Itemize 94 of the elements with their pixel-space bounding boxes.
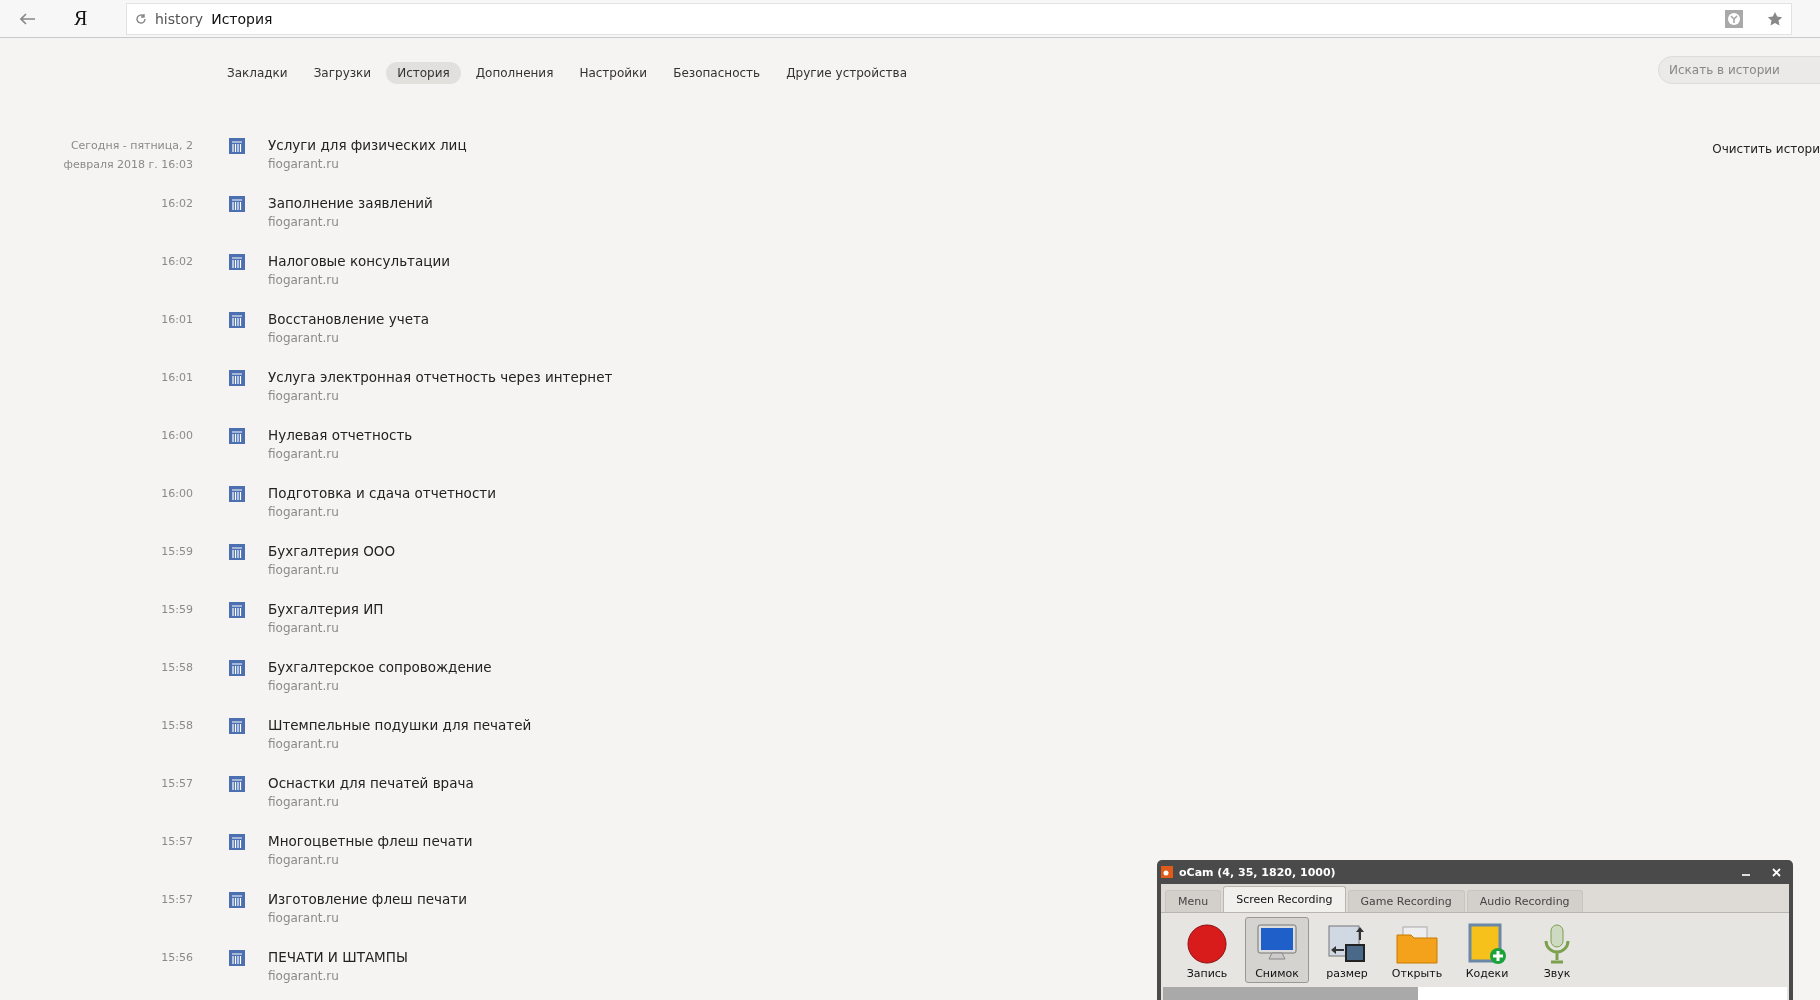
page-domain: fiogarant.ru	[268, 388, 339, 405]
page-title-link[interactable]: Налоговые консультации	[268, 252, 450, 271]
page-title-link[interactable]: Многоцветные флеш печати	[268, 832, 473, 851]
toolbar-button[interactable]: Звук	[1525, 917, 1589, 983]
page-domain: fiogarant.ru	[268, 156, 339, 173]
columns-icon	[229, 138, 245, 154]
visit-time: 15:58	[160, 660, 193, 676]
shield-icon	[1725, 9, 1743, 28]
columns-icon	[229, 776, 245, 792]
page-title-link[interactable]: Услуга электронная отчетность через интернет	[268, 368, 613, 387]
back-arrow-icon	[20, 12, 36, 25]
folder-icon	[1395, 925, 1439, 965]
recorder-tab[interactable]: Game Recording	[1347, 890, 1465, 912]
visit-time: 15:57	[160, 892, 193, 908]
page-title-link[interactable]: Нулевая отчетность	[268, 426, 413, 445]
page-domain: fiogarant.ru	[268, 910, 339, 927]
address-prefix: history	[155, 10, 204, 27]
page-domain: fiogarant.ru	[268, 446, 339, 463]
page-title-link[interactable]: Бухгалтерское сопровождение	[268, 658, 492, 677]
page-title-link[interactable]: Штемпельные подушки для печатей	[268, 716, 532, 735]
close-icon	[1772, 867, 1781, 877]
visit-time: 15:57	[160, 834, 193, 850]
address-title: История	[211, 10, 274, 27]
visit-time: 15:59	[160, 602, 193, 618]
page-domain: fiogarant.ru	[268, 736, 339, 753]
visit-time: 16:01	[160, 312, 193, 328]
columns-icon	[229, 486, 245, 502]
page-domain: fiogarant.ru	[268, 272, 339, 289]
nav-tab[interactable]: Закладки	[216, 62, 299, 84]
columns-icon	[229, 718, 245, 734]
recorder-tab[interactable]: Menu	[1165, 890, 1222, 912]
columns-icon	[229, 660, 245, 676]
columns-icon	[229, 602, 245, 618]
resize-window-icon	[1326, 923, 1368, 965]
page-title-link[interactable]: Подготовка и сдача отчетности	[268, 484, 496, 503]
columns-icon	[229, 950, 245, 966]
visit-time: 15:57	[160, 776, 193, 792]
columns-icon	[229, 428, 245, 444]
visit-time: 16:00	[160, 428, 193, 444]
film-plus-icon	[1467, 923, 1507, 965]
nav-tab[interactable]: Другие устройства	[775, 62, 918, 84]
nav-tab[interactable]: Дополнения	[464, 62, 565, 84]
visit-time: 16:01	[160, 370, 193, 386]
nav-tab[interactable]: Загрузки	[302, 62, 383, 84]
page-title-link[interactable]: ПЕЧАТИ И ШТАМПЫ	[268, 948, 408, 967]
columns-icon	[229, 544, 245, 560]
page-title-link[interactable]: Оснастки для печатей врача	[268, 774, 474, 793]
columns-icon	[229, 196, 245, 212]
page-domain: fiogarant.ru	[268, 794, 339, 811]
page-domain: fiogarant.ru	[268, 562, 339, 579]
app-icon	[1161, 866, 1173, 878]
window-title: oCam (4, 35, 1820, 1000)	[1179, 865, 1337, 879]
recorder-tab[interactable]: Audio Recording	[1466, 890, 1583, 912]
page-title-link[interactable]: Изготовление флеш печати	[268, 890, 467, 909]
star-icon	[1767, 10, 1783, 27]
address-bar[interactable]: history История	[126, 2, 1792, 35]
toolbar-button[interactable]: Открыть	[1385, 917, 1449, 983]
page-domain: fiogarant.ru	[268, 214, 339, 231]
toolbar-button[interactable]: Кодеки	[1455, 917, 1519, 983]
visit-time: 15:58	[160, 718, 193, 734]
page-title-link[interactable]: Заполнение заявлений	[268, 194, 433, 213]
visit-time: 16:02	[160, 196, 193, 212]
page-title-link[interactable]: Восстановление учета	[268, 310, 430, 329]
columns-icon	[229, 892, 245, 908]
visit-time: Сегодня - пятница, 2 февраля 2018 г. 16:03	[62, 138, 193, 173]
toolbar-button[interactable]: Снимок	[1245, 917, 1309, 983]
page-domain: fiogarant.ru	[268, 852, 339, 869]
page-domain: fiogarant.ru	[268, 678, 339, 695]
page-domain: fiogarant.ru	[268, 620, 339, 637]
record-icon	[1186, 923, 1228, 965]
columns-icon	[229, 254, 245, 270]
page-domain: fiogarant.ru	[268, 330, 339, 347]
toolbar-button[interactable]: размер	[1315, 917, 1379, 983]
nav-tab[interactable]: Настройки	[568, 62, 659, 84]
page-title-link[interactable]: Бухгалтерия ООО	[268, 542, 396, 561]
nav-tab[interactable]: История	[386, 62, 461, 84]
visit-time: 15:56	[160, 950, 193, 966]
nav-tab[interactable]: Безопасность	[662, 62, 772, 84]
recorder-tab[interactable]: Screen Recording	[1223, 886, 1346, 912]
toolbar-button[interactable]: Запись	[1175, 917, 1239, 983]
clear-history-link[interactable]: Очистить истори	[1712, 142, 1820, 156]
page-domain: fiogarant.ru	[268, 968, 339, 985]
page-title-link[interactable]: Бухгалтерия ИП	[268, 600, 384, 619]
columns-icon	[229, 370, 245, 386]
browser-logo[interactable]: Я	[74, 7, 114, 30]
columns-icon	[229, 834, 245, 850]
page-domain: fiogarant.ru	[268, 504, 339, 521]
page-title-link[interactable]: Услуги для физических лиц	[268, 136, 467, 155]
visit-time: 16:02	[160, 254, 193, 270]
visit-time: 16:00	[160, 486, 193, 502]
search-field[interactable]: Искать в истории	[1658, 56, 1820, 84]
reload-icon[interactable]	[135, 12, 147, 25]
columns-icon	[229, 312, 245, 328]
visit-time: 15:59	[160, 544, 193, 560]
